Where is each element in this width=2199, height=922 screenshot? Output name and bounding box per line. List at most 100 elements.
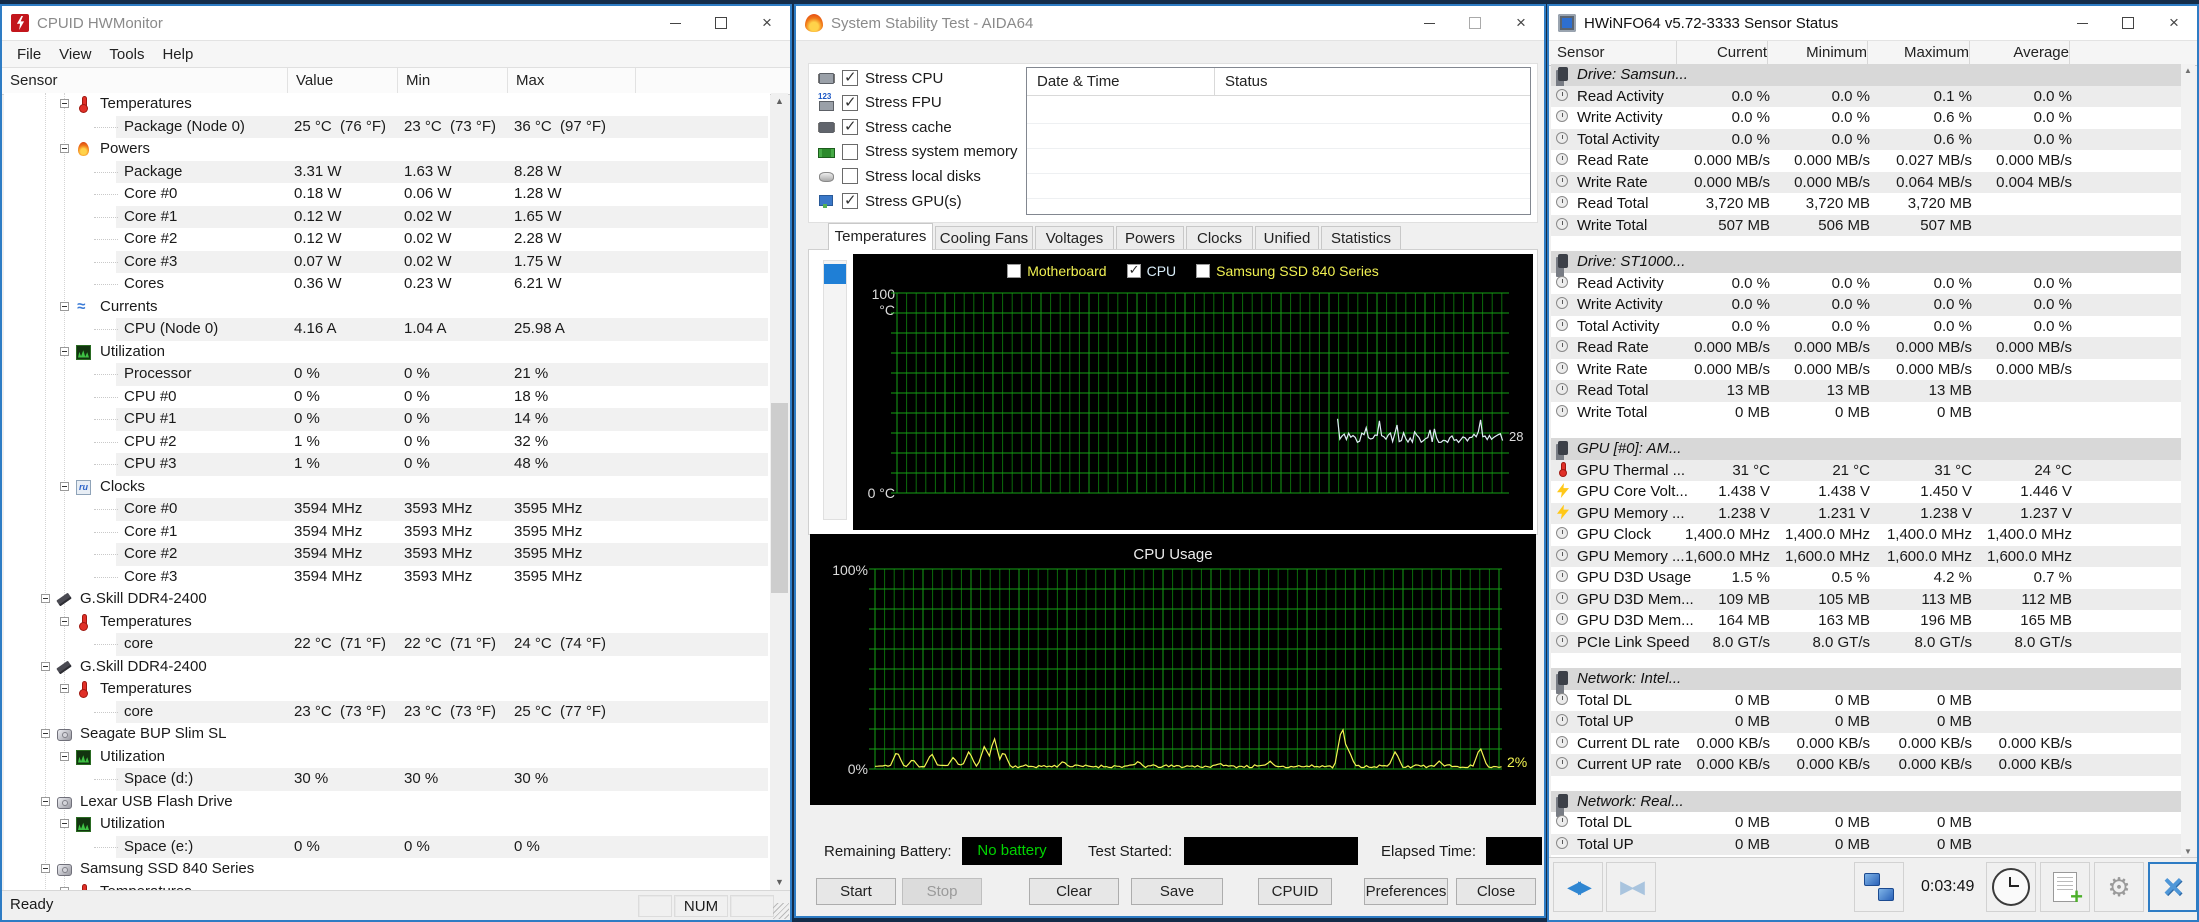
sensor-reading-row[interactable]: Write Rate 0.000 MB/s 0.000 MB/s 0.064 MB/s… xyxy=(1551,171,2181,193)
stress-option-cache[interactable]: Stress cache xyxy=(817,115,952,139)
sensor-group-row[interactable]: G.Skill DDR4-2400 xyxy=(4,656,770,679)
sensor-reading-row[interactable]: GPU Memory ... 1,600.0 MHz 1,600.0 MHz 1,60… xyxy=(1551,545,2181,567)
sensor-reading-row[interactable]: Total DL 0 MB 0 MB 0 MB xyxy=(1551,690,2181,712)
sensor-group-row[interactable]: Lexar USB Flash Drive xyxy=(4,791,770,814)
sensor-reading-row[interactable]: Total DL 0 MB 0 MB 0 MB xyxy=(1551,812,2181,834)
column-minimum[interactable]: Minimum xyxy=(1776,41,1868,65)
column-status[interactable]: Status xyxy=(1215,68,1531,95)
expand-toggle[interactable] xyxy=(60,144,69,153)
sensor-group-row[interactable]: Utilization xyxy=(4,746,770,769)
sensor-reading-row[interactable]: Write Total 0 MB 0 MB 0 MB xyxy=(1551,402,2181,424)
sensor-reading-row[interactable]: Current UP rate 0.000 KB/s 0.000 KB/s 0.000… xyxy=(1551,754,2181,776)
menu-tools[interactable]: Tools xyxy=(100,46,153,63)
sensor-row[interactable]: Cores 0.36 W 0.23 W 6.21 W xyxy=(4,273,770,296)
expand-toggle[interactable] xyxy=(60,301,69,311)
sensor-row[interactable]: CPU #1 0 % 0 % 14 % xyxy=(4,408,770,431)
clock-button[interactable] xyxy=(1986,862,2036,912)
sensor-row[interactable]: CPU (Node 0) 4.16 A 1.04 A 25.98 A xyxy=(4,318,770,341)
tab-temperatures[interactable]: Temperatures xyxy=(828,223,933,250)
expand-toggle[interactable] xyxy=(60,616,69,626)
save-button[interactable]: Save xyxy=(1131,878,1223,905)
graph-vertical-slider[interactable] xyxy=(823,260,847,520)
sensor-reading-row[interactable]: GPU D3D Mem... 164 MB 163 MB 196 MB 165 MB xyxy=(1551,610,2181,632)
sensor-reading-row[interactable]: Read Activity 0.0 % 0.0 % 0.0 % 0.0 % xyxy=(1551,273,2181,295)
sensor-group-row[interactable]: G.Skill DDR4-2400 xyxy=(4,588,770,611)
tab-voltages[interactable]: Voltages xyxy=(1035,226,1114,249)
sensor-row[interactable]: CPU #3 1 % 0 % 48 % xyxy=(4,453,770,476)
sensor-reading-row[interactable]: GPU D3D Usage 1.5 % 0.5 % 4.2 % 0.7 % xyxy=(1551,567,2181,589)
sensor-reading-row[interactable]: GPU Clock 1,400.0 MHz 1,400.0 MHz 1,400.0 M… xyxy=(1551,524,2181,546)
tab-unified[interactable]: Unified xyxy=(1255,226,1319,249)
sensor-reading-row[interactable]: Read Total 3,720 MB 3,720 MB 3,720 MB xyxy=(1551,193,2181,215)
sensor-row[interactable]: Package (Node 0) 25 °C (76 °F) 23 °C (73 °… xyxy=(4,115,770,139)
sensor-reading-row[interactable]: Write Activity 0.0 % 0.0 % 0.6 % 0.0 % xyxy=(1551,107,2181,129)
expand-toggle[interactable] xyxy=(60,481,69,491)
sensor-row[interactable]: Core #2 0.12 W 0.02 W 2.28 W xyxy=(4,228,770,251)
cpuid-button[interactable]: CPUID xyxy=(1258,878,1332,905)
sensor-reading-row[interactable]: Current DL rate 0.000 KB/s 0.000 KB/s 0.000… xyxy=(1551,733,2181,755)
sensor-row[interactable]: Space (e:) 0 % 0 % 0 % xyxy=(4,835,770,859)
sensor-row[interactable]: CPU #0 0 % 0 % 18 % xyxy=(4,386,770,409)
hwinfo-titlebar[interactable]: HWiNFO64 v5.72-3333 Sensor Status × xyxy=(1549,6,2197,41)
sensor-reading-row[interactable]: GPU Thermal ... 31 °C 21 °C 31 °C 24 °C xyxy=(1551,459,2181,481)
sensor-group-row[interactable]: Currents xyxy=(4,296,770,319)
tab-cooling-fans[interactable]: Cooling Fans xyxy=(935,226,1033,249)
column-sensor[interactable]: Sensor xyxy=(2,68,288,94)
sensor-reading-row[interactable]: Total UP 0 MB 0 MB 0 MB xyxy=(1551,711,2181,733)
sensor-reading-row[interactable]: GPU D3D Mem... 109 MB 105 MB 113 MB 112 MB xyxy=(1551,588,2181,610)
start-button[interactable]: Start xyxy=(816,878,896,905)
checkbox[interactable] xyxy=(842,68,858,86)
column-value[interactable]: Value xyxy=(288,68,398,94)
scroll-down-arrow-icon[interactable]: ▼ xyxy=(771,874,788,891)
checkbox[interactable] xyxy=(842,143,858,160)
expand-toggle[interactable] xyxy=(41,594,50,603)
sensor-group-row[interactable]: Samsung SSD 840 Series xyxy=(4,858,770,881)
sensor-row[interactable]: Core #3 0.07 W 0.02 W 1.75 W xyxy=(4,250,770,274)
sensor-row[interactable]: Core #0 3594 MHz 3593 MHz 3595 MHz xyxy=(4,498,770,521)
aida64-maximize-button[interactable] xyxy=(1452,6,1498,40)
sensor-category-row[interactable]: Drive: Samsun... xyxy=(1551,64,2181,86)
checkbox[interactable] xyxy=(842,191,858,209)
sensor-group-row[interactable]: Temperatures xyxy=(4,611,770,634)
sensor-row[interactable]: Core #3 3594 MHz 3593 MHz 3595 MHz xyxy=(4,566,770,589)
report-button[interactable] xyxy=(2040,862,2090,912)
expand-toggle[interactable] xyxy=(41,729,50,738)
stress-option-gpu[interactable]: Stress GPU(s) xyxy=(817,189,962,213)
sensor-row[interactable]: CPU #2 1 % 0 % 32 % xyxy=(4,431,770,454)
sensor-reading-row[interactable]: PCIe Link Speed 8.0 GT/s 8.0 GT/s 8.0 GT/s 8… xyxy=(1551,631,2181,653)
column-min[interactable]: Min xyxy=(398,68,508,94)
settings-button[interactable]: ⚙ xyxy=(2094,862,2144,912)
sensor-group-row[interactable]: Temperatures xyxy=(4,678,770,701)
hwinfo-scrollbar[interactable]: ▲ ▼ xyxy=(2181,64,2195,858)
menu-file[interactable]: File xyxy=(8,46,50,63)
sensor-reading-row[interactable]: Total Activity 0.0 % 0.0 % 0.0 % 0.0 % xyxy=(1551,316,2181,338)
close-button[interactable]: Close xyxy=(1456,878,1536,905)
checkbox[interactable] xyxy=(842,117,858,136)
sensor-group-row[interactable]: Temperatures xyxy=(4,93,770,116)
close-sensors-button[interactable]: × xyxy=(2148,862,2198,912)
expand-toggle[interactable] xyxy=(60,346,69,356)
tab-clocks[interactable]: Clocks xyxy=(1186,226,1253,249)
sensor-category-row[interactable]: Network: Intel... xyxy=(1551,668,2181,690)
resize-grip[interactable] xyxy=(773,903,789,919)
expand-toggle[interactable] xyxy=(41,864,50,873)
collapse-columns-button[interactable]: ▶◀ xyxy=(1606,862,1656,912)
hwinfo-maximize-button[interactable] xyxy=(2105,6,2151,40)
sensor-group-row[interactable]: Clocks xyxy=(4,476,770,499)
network-monitor-button[interactable] xyxy=(1854,862,1904,912)
sensor-reading-row[interactable]: Total Activity 0.0 % 0.0 % 0.6 % 0.0 % xyxy=(1551,128,2181,150)
sensor-row[interactable]: Processor 0 % 0 % 21 % xyxy=(4,363,770,386)
hwinfo-minimize-button[interactable] xyxy=(2059,6,2105,40)
menu-view[interactable]: View xyxy=(50,46,100,63)
sensor-row[interactable]: core 22 °C (71 °F) 22 °C (71 °F) 24 °C (74 … xyxy=(4,633,770,656)
expand-toggle[interactable] xyxy=(60,819,69,828)
checkbox[interactable] xyxy=(842,168,858,185)
tab-powers[interactable]: Powers xyxy=(1116,226,1184,249)
aida64-close-button[interactable]: × xyxy=(1498,6,1544,40)
event-list[interactable]: Date & Time Status xyxy=(1026,67,1531,215)
column-average[interactable]: Average xyxy=(1978,41,2070,65)
scroll-up-arrow-icon[interactable]: ▲ xyxy=(2184,66,2192,75)
scroll-up-arrow-icon[interactable]: ▲ xyxy=(771,93,788,110)
sensor-row[interactable]: Core #1 0.12 W 0.02 W 1.65 W xyxy=(4,205,770,229)
menu-help[interactable]: Help xyxy=(153,46,202,63)
